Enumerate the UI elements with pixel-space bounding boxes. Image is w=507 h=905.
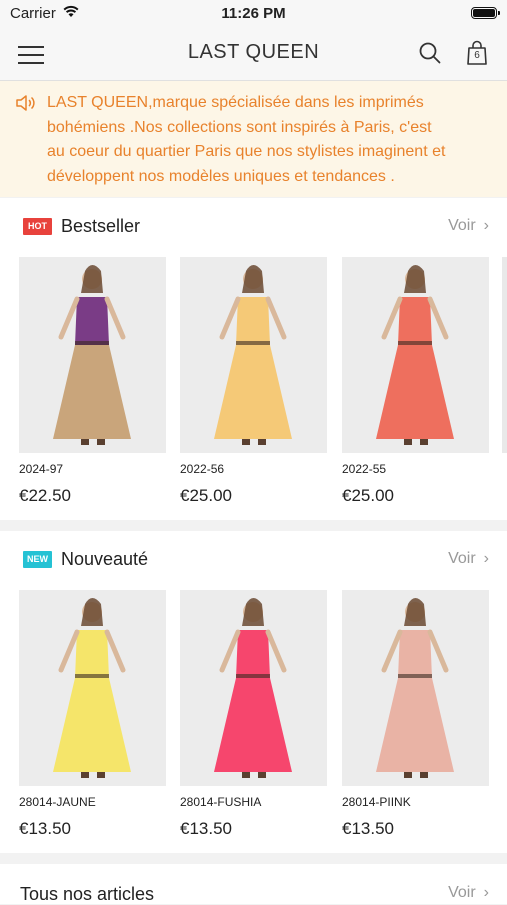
section-header: HOT Bestseller Voir › (0, 198, 507, 256)
model-silhouette (180, 257, 327, 453)
all-articles-section: Tous nos articles Voir › (0, 864, 507, 904)
bestseller-section: HOT Bestseller Voir › 2024-97 €22.50 2022… (0, 198, 507, 520)
nav-bar: LAST QUEEN 6 (0, 28, 507, 81)
see-all-label: Voir (448, 217, 476, 234)
product-price: €13.50 (19, 819, 71, 838)
product-card[interactable]: 28014-PIINK €13.50 (342, 590, 489, 846)
product-image (180, 590, 327, 786)
new-arrivals-section: NEW Nouveauté Voir › 28014-JAUNE €13.50 2… (0, 531, 507, 853)
product-card[interactable]: 28014-FUSHIA €13.50 (180, 590, 327, 846)
new-badge: NEW (23, 551, 52, 568)
announcement-line: bohémiens .Nos collections sont inspirés… (47, 118, 432, 136)
section-title: Nouveauté (61, 549, 149, 569)
product-card[interactable]: 2022-56 €25.00 (180, 257, 327, 513)
product-code: 28014-JAUNE (19, 795, 96, 809)
announcement-line: au coeur du quartier Paris que nos styli… (47, 143, 446, 160)
product-image (19, 257, 166, 453)
cart-button[interactable]: 6 (466, 40, 488, 66)
product-code: 2022-56 (180, 462, 225, 476)
chevron-right-icon: › (483, 217, 489, 234)
product-code: 2022-55 (342, 462, 387, 476)
chevron-right-icon: › (483, 884, 489, 901)
product-price: €25.00 (342, 486, 394, 505)
section-title: Tous nos articles (20, 884, 155, 904)
model-silhouette (180, 590, 327, 786)
see-all-label: Voir (448, 884, 476, 901)
product-image (180, 257, 327, 453)
product-image (342, 590, 489, 786)
announcement-text: LAST QUEEN,marque spécialisée dans les i… (47, 91, 497, 189)
cart-count-badge: 6 (474, 50, 480, 61)
product-price: €22.50 (19, 486, 71, 505)
product-card[interactable]: 28014-JAUNE €13.50 (19, 590, 166, 846)
product-price: €25.00 (180, 486, 232, 505)
hamburger-icon[interactable] (18, 43, 44, 65)
product-image (342, 257, 489, 453)
model-silhouette (342, 590, 489, 786)
model-silhouette (19, 590, 166, 786)
product-card[interactable]: 2024-97 €22.50 (19, 257, 166, 513)
product-code: 2024-97 (19, 462, 64, 476)
model-silhouette (19, 257, 166, 453)
product-price: €13.50 (342, 819, 394, 838)
battery-icon (471, 7, 500, 19)
announcement-line: développent nos modèles uniques et tenda… (47, 167, 395, 185)
product-code: 28014-PIINK (342, 795, 411, 809)
status-bar: Carrier 11:26 PM (0, 0, 507, 28)
see-all-link[interactable]: Voir › (448, 217, 489, 235)
product-price: €13.50 (180, 819, 232, 838)
chevron-right-icon: › (483, 550, 489, 567)
section-title: Bestseller (61, 216, 141, 236)
hot-badge: HOT (23, 218, 52, 235)
see-all-link[interactable]: Voir › (448, 884, 489, 902)
see-all-link[interactable]: Voir › (448, 550, 489, 568)
next-product-peek[interactable] (502, 257, 507, 453)
search-icon[interactable] (418, 41, 442, 65)
speaker-icon (16, 95, 35, 111)
clock: 11:26 PM (221, 5, 286, 22)
announcement-line: LAST QUEEN,marque spécialisée dans les i… (47, 94, 424, 111)
see-all-label: Voir (448, 550, 476, 567)
product-card[interactable]: 2022-55 €25.00 (342, 257, 489, 513)
announcement-banner: LAST QUEEN,marque spécialisée dans les i… (0, 81, 507, 197)
product-image (19, 590, 166, 786)
section-header: NEW Nouveauté Voir › (0, 531, 507, 589)
product-code: 28014-FUSHIA (180, 795, 262, 809)
model-silhouette (342, 257, 489, 453)
